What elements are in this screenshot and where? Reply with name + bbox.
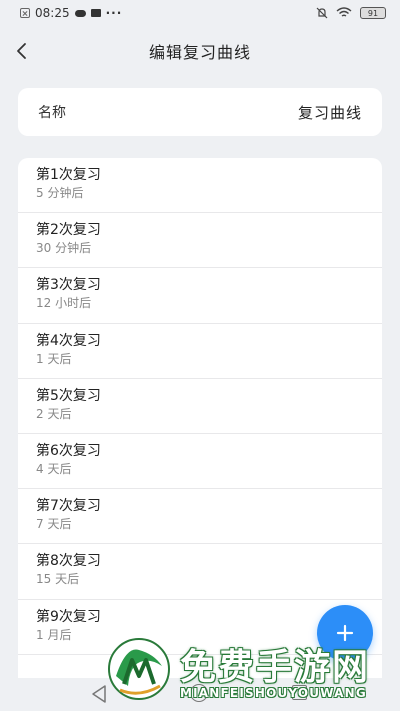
watermark-text: 免费手游网	[180, 646, 371, 688]
review-interval: 30 分钟后	[36, 241, 92, 256]
more-notifications-icon: ···	[105, 6, 123, 20]
name-label: 名称	[38, 105, 66, 121]
review-item[interactable]: 第5次复习 2 天后	[18, 379, 382, 434]
review-item[interactable]: 第3次复习 12 小时后	[18, 268, 382, 324]
review-interval: 7 天后	[36, 517, 72, 532]
back-button[interactable]	[6, 35, 38, 67]
watermark-logo-icon	[108, 638, 170, 700]
review-title: 第1次复习	[36, 167, 101, 183]
mail-icon	[90, 9, 101, 17]
review-interval: 2 天后	[36, 406, 72, 421]
review-interval: 5 分钟后	[36, 186, 84, 200]
battery-level: 91	[367, 8, 379, 18]
review-item[interactable]: 第2次复习 30 分钟后	[18, 213, 382, 269]
review-item[interactable]: 第6次复习 4 天后	[18, 434, 382, 490]
review-title: 第2次复习	[36, 222, 101, 239]
review-interval: 1 天后	[36, 351, 72, 366]
review-list: 第1次复习 5 分钟后 第2次复习 30 分钟后 第3次复习 12 小时后 第4…	[18, 158, 382, 678]
review-title: 第8次复习	[36, 553, 101, 570]
review-title: 第3次复习	[36, 277, 101, 294]
review-item[interactable]: 第8次复习 15 天后	[18, 544, 382, 600]
status-time: 08:25	[35, 6, 70, 20]
wifi-icon	[336, 7, 352, 17]
review-title: 第5次复习	[36, 387, 101, 404]
header: 编辑复习曲线	[0, 26, 400, 76]
review-title: 第6次复习	[36, 442, 101, 459]
review-interval: 4 天后	[36, 461, 72, 476]
site-watermark: 免费手游网 MIANFEISHOUYOUWANG	[100, 632, 400, 711]
review-title: 第9次复习	[36, 608, 101, 625]
name-row[interactable]: 名称 复习曲线	[18, 88, 382, 136]
page-title: 编辑复习曲线	[148, 43, 251, 62]
status-bar: 08:25 ··· 91	[0, 0, 400, 26]
review-title: 第4次复习	[36, 332, 101, 349]
review-item[interactable]: 第4次复习 1 天后	[18, 324, 382, 379]
chevron-left-icon	[17, 43, 26, 59]
review-title: 第7次复习	[36, 498, 101, 515]
review-interval: 15 天后	[36, 572, 80, 587]
name-value: 复习曲线	[297, 103, 362, 122]
notification-close-icon	[20, 8, 30, 18]
review-item[interactable]: 第1次复习 5 分钟后	[18, 158, 382, 214]
review-item[interactable]: 第7次复习 7 天后	[18, 489, 382, 545]
mute-bell-icon	[316, 7, 328, 19]
battery-icon: 91	[360, 7, 386, 19]
cloud-icon	[74, 9, 86, 17]
watermark-pinyin: MIANFEISHOUYOUWANG	[180, 686, 367, 700]
review-interval: 12 小时后	[36, 296, 92, 311]
